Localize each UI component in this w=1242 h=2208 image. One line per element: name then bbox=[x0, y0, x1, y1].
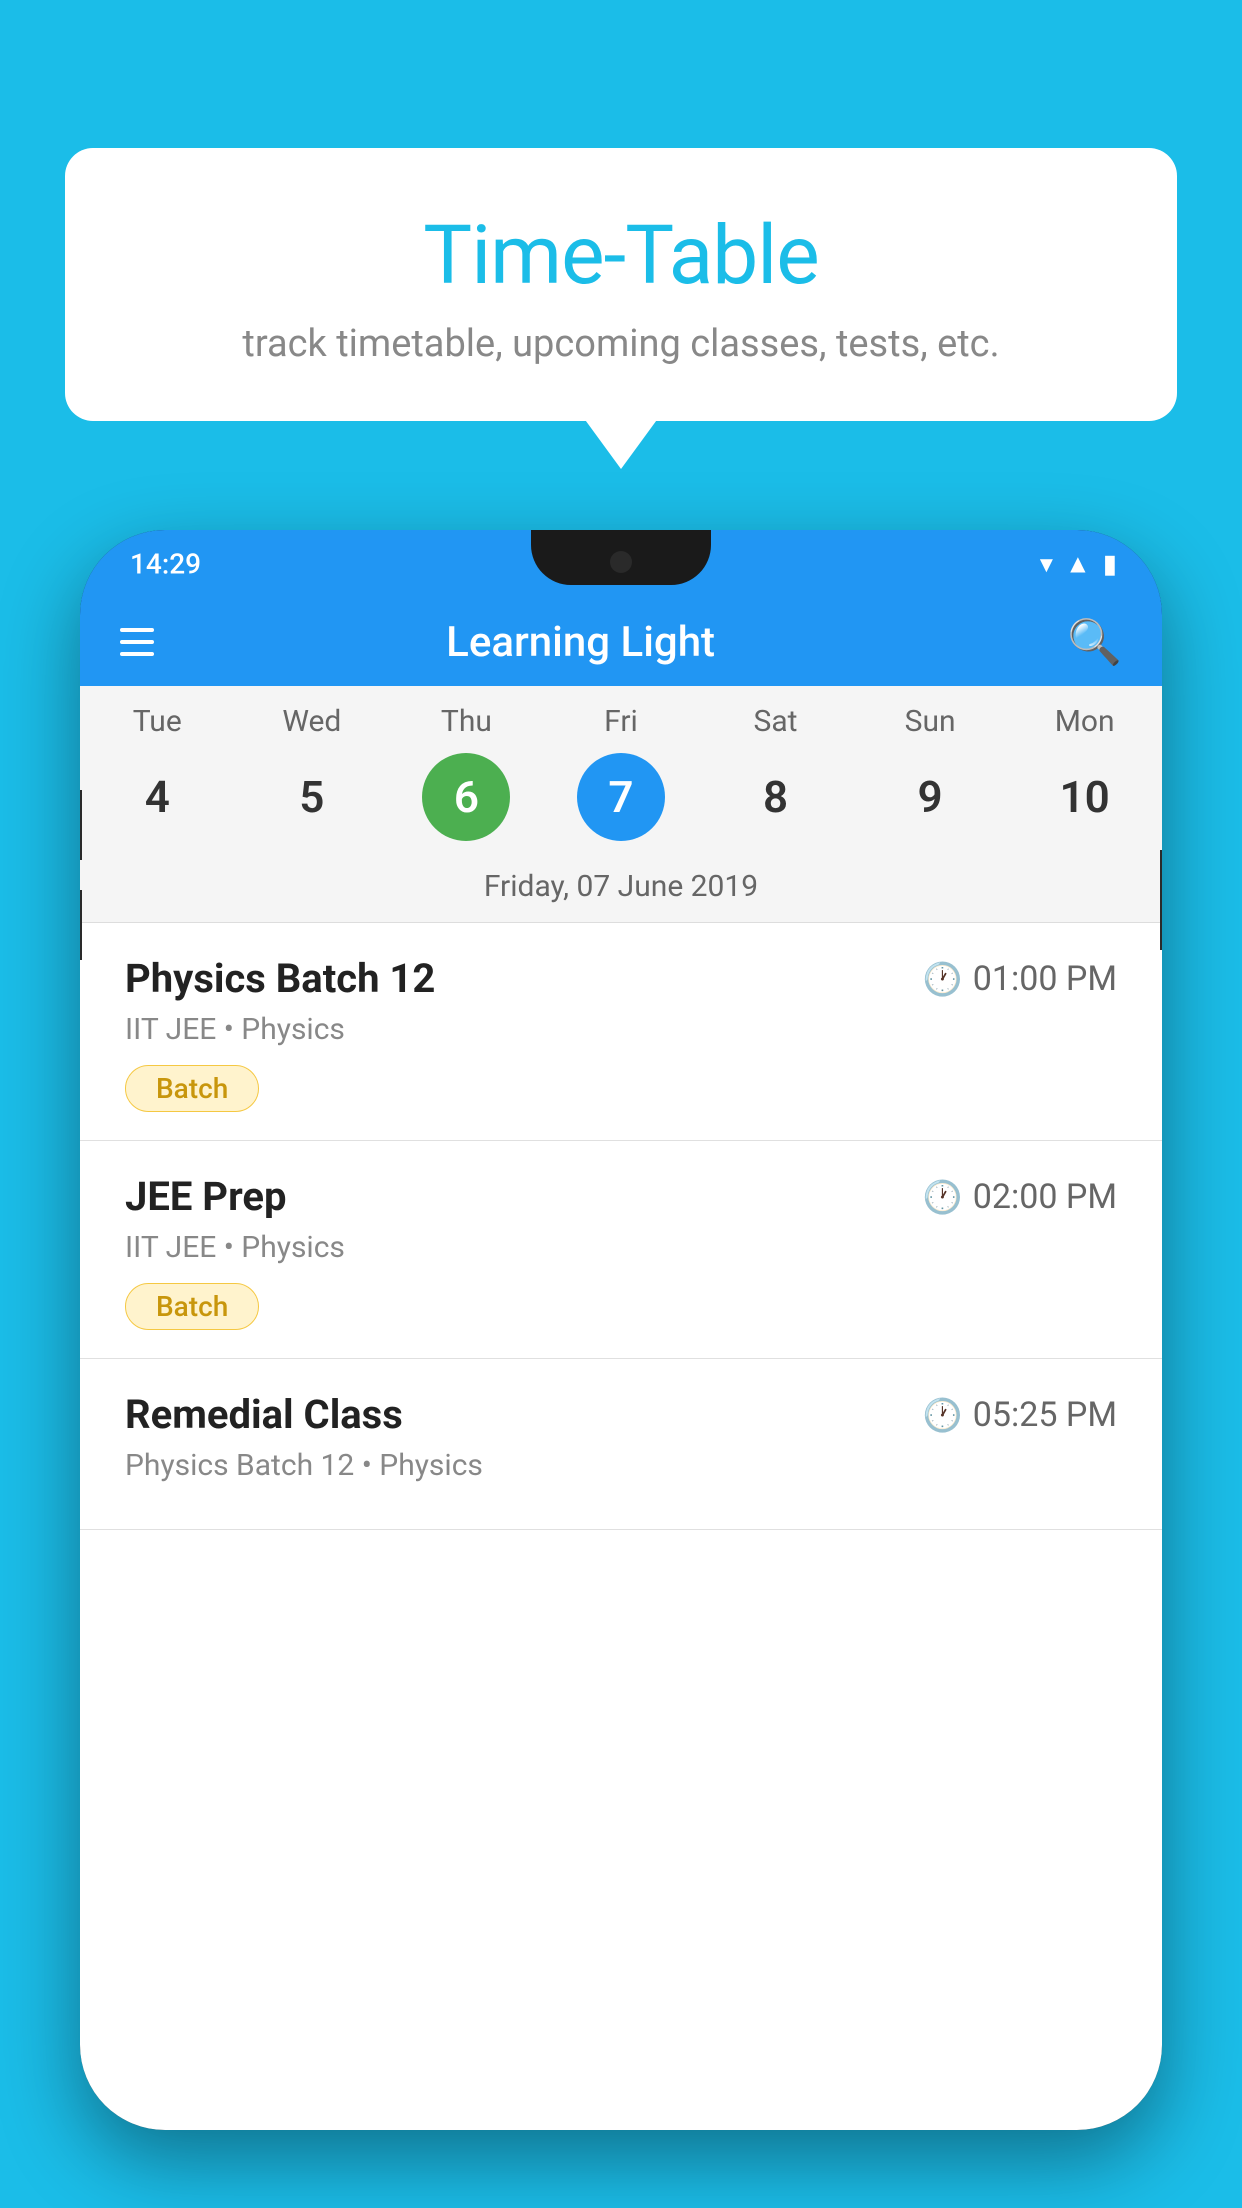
calendar-strip: Tue Wed Thu Fri Sat Sun Mon 4 5 6 7 8 9 … bbox=[80, 686, 1162, 923]
schedule-item-3-time: 🕐 05:25 PM bbox=[923, 1395, 1117, 1435]
clock-icon-1: 🕐 bbox=[923, 960, 963, 998]
schedule-item-3-subtitle: Physics Batch 12 • Physics bbox=[125, 1448, 1117, 1483]
date-5[interactable]: 5 bbox=[268, 753, 356, 841]
day-wed[interactable]: Wed bbox=[252, 704, 372, 739]
date-4[interactable]: 4 bbox=[113, 753, 201, 841]
date-8[interactable]: 8 bbox=[732, 753, 820, 841]
schedule-item-1-subtitle: IIT JEE • Physics bbox=[125, 1012, 1117, 1047]
phone-container: 14:29 ▾ ▲ ▮ Learning Light 🔍 bbox=[80, 530, 1162, 2208]
clock-icon-3: 🕐 bbox=[923, 1396, 963, 1434]
app-title: Learning Light bbox=[94, 618, 1067, 667]
app-header: Learning Light 🔍 bbox=[80, 598, 1162, 686]
bubble-title: Time-Table bbox=[145, 208, 1097, 304]
date-10[interactable]: 10 bbox=[1041, 753, 1129, 841]
schedule-item-2[interactable]: JEE Prep 🕐 02:00 PM IIT JEE • Physics Ba… bbox=[80, 1141, 1162, 1359]
status-bar: 14:29 ▾ ▲ ▮ bbox=[80, 530, 1162, 598]
schedule-item-3-time-value: 05:25 PM bbox=[973, 1395, 1117, 1435]
schedule-item-3-title: Remedial Class bbox=[125, 1391, 403, 1438]
schedule-item-3-header: Remedial Class 🕐 05:25 PM bbox=[125, 1391, 1117, 1438]
schedule-item-1[interactable]: Physics Batch 12 🕐 01:00 PM IIT JEE • Ph… bbox=[80, 923, 1162, 1141]
schedule-item-2-badge: Batch bbox=[125, 1283, 259, 1330]
schedule-item-2-time-value: 02:00 PM bbox=[973, 1177, 1117, 1217]
search-icon[interactable]: 🔍 bbox=[1067, 616, 1122, 668]
day-sun[interactable]: Sun bbox=[870, 704, 990, 739]
status-time: 14:29 bbox=[130, 548, 201, 581]
bubble-subtitle: track timetable, upcoming classes, tests… bbox=[145, 322, 1097, 366]
day-sat[interactable]: Sat bbox=[716, 704, 836, 739]
wifi-icon: ▾ bbox=[1040, 549, 1053, 579]
day-fri[interactable]: Fri bbox=[561, 704, 681, 739]
phone-content: Tue Wed Thu Fri Sat Sun Mon 4 5 6 7 8 9 … bbox=[80, 686, 1162, 2130]
date-9[interactable]: 9 bbox=[886, 753, 974, 841]
status-icons: ▾ ▲ ▮ bbox=[1040, 549, 1117, 580]
days-row: Tue Wed Thu Fri Sat Sun Mon bbox=[80, 686, 1162, 747]
signal-icon: ▲ bbox=[1065, 549, 1091, 580]
battery-icon: ▮ bbox=[1103, 549, 1117, 579]
phone-frame: 14:29 ▾ ▲ ▮ Learning Light 🔍 bbox=[80, 530, 1162, 2130]
camera bbox=[610, 551, 632, 573]
volume-down-button bbox=[80, 890, 82, 960]
schedule-item-1-header: Physics Batch 12 🕐 01:00 PM bbox=[125, 955, 1117, 1002]
date-6-today[interactable]: 6 bbox=[422, 753, 510, 841]
speech-bubble-container: Time-Table track timetable, upcoming cla… bbox=[65, 148, 1177, 421]
day-mon[interactable]: Mon bbox=[1025, 704, 1145, 739]
day-tue[interactable]: Tue bbox=[97, 704, 217, 739]
volume-up-button bbox=[80, 790, 82, 860]
date-7-selected[interactable]: 7 bbox=[577, 753, 665, 841]
schedule-item-1-time: 🕐 01:00 PM bbox=[923, 959, 1117, 999]
schedule-list: Physics Batch 12 🕐 01:00 PM IIT JEE • Ph… bbox=[80, 923, 1162, 1530]
schedule-item-2-title: JEE Prep bbox=[125, 1173, 286, 1220]
day-thu[interactable]: Thu bbox=[406, 704, 526, 739]
schedule-item-3[interactable]: Remedial Class 🕐 05:25 PM Physics Batch … bbox=[80, 1359, 1162, 1530]
dates-row: 4 5 6 7 8 9 10 bbox=[80, 747, 1162, 859]
schedule-item-2-header: JEE Prep 🕐 02:00 PM bbox=[125, 1173, 1117, 1220]
schedule-item-1-time-value: 01:00 PM bbox=[973, 959, 1117, 999]
speech-bubble: Time-Table track timetable, upcoming cla… bbox=[65, 148, 1177, 421]
schedule-item-1-title: Physics Batch 12 bbox=[125, 955, 435, 1002]
schedule-item-2-subtitle: IIT JEE • Physics bbox=[125, 1230, 1117, 1265]
notch bbox=[531, 530, 711, 585]
schedule-item-2-time: 🕐 02:00 PM bbox=[923, 1177, 1117, 1217]
selected-date-label: Friday, 07 June 2019 bbox=[80, 859, 1162, 923]
power-button bbox=[1160, 850, 1162, 950]
schedule-item-1-badge: Batch bbox=[125, 1065, 259, 1112]
clock-icon-2: 🕐 bbox=[923, 1178, 963, 1216]
